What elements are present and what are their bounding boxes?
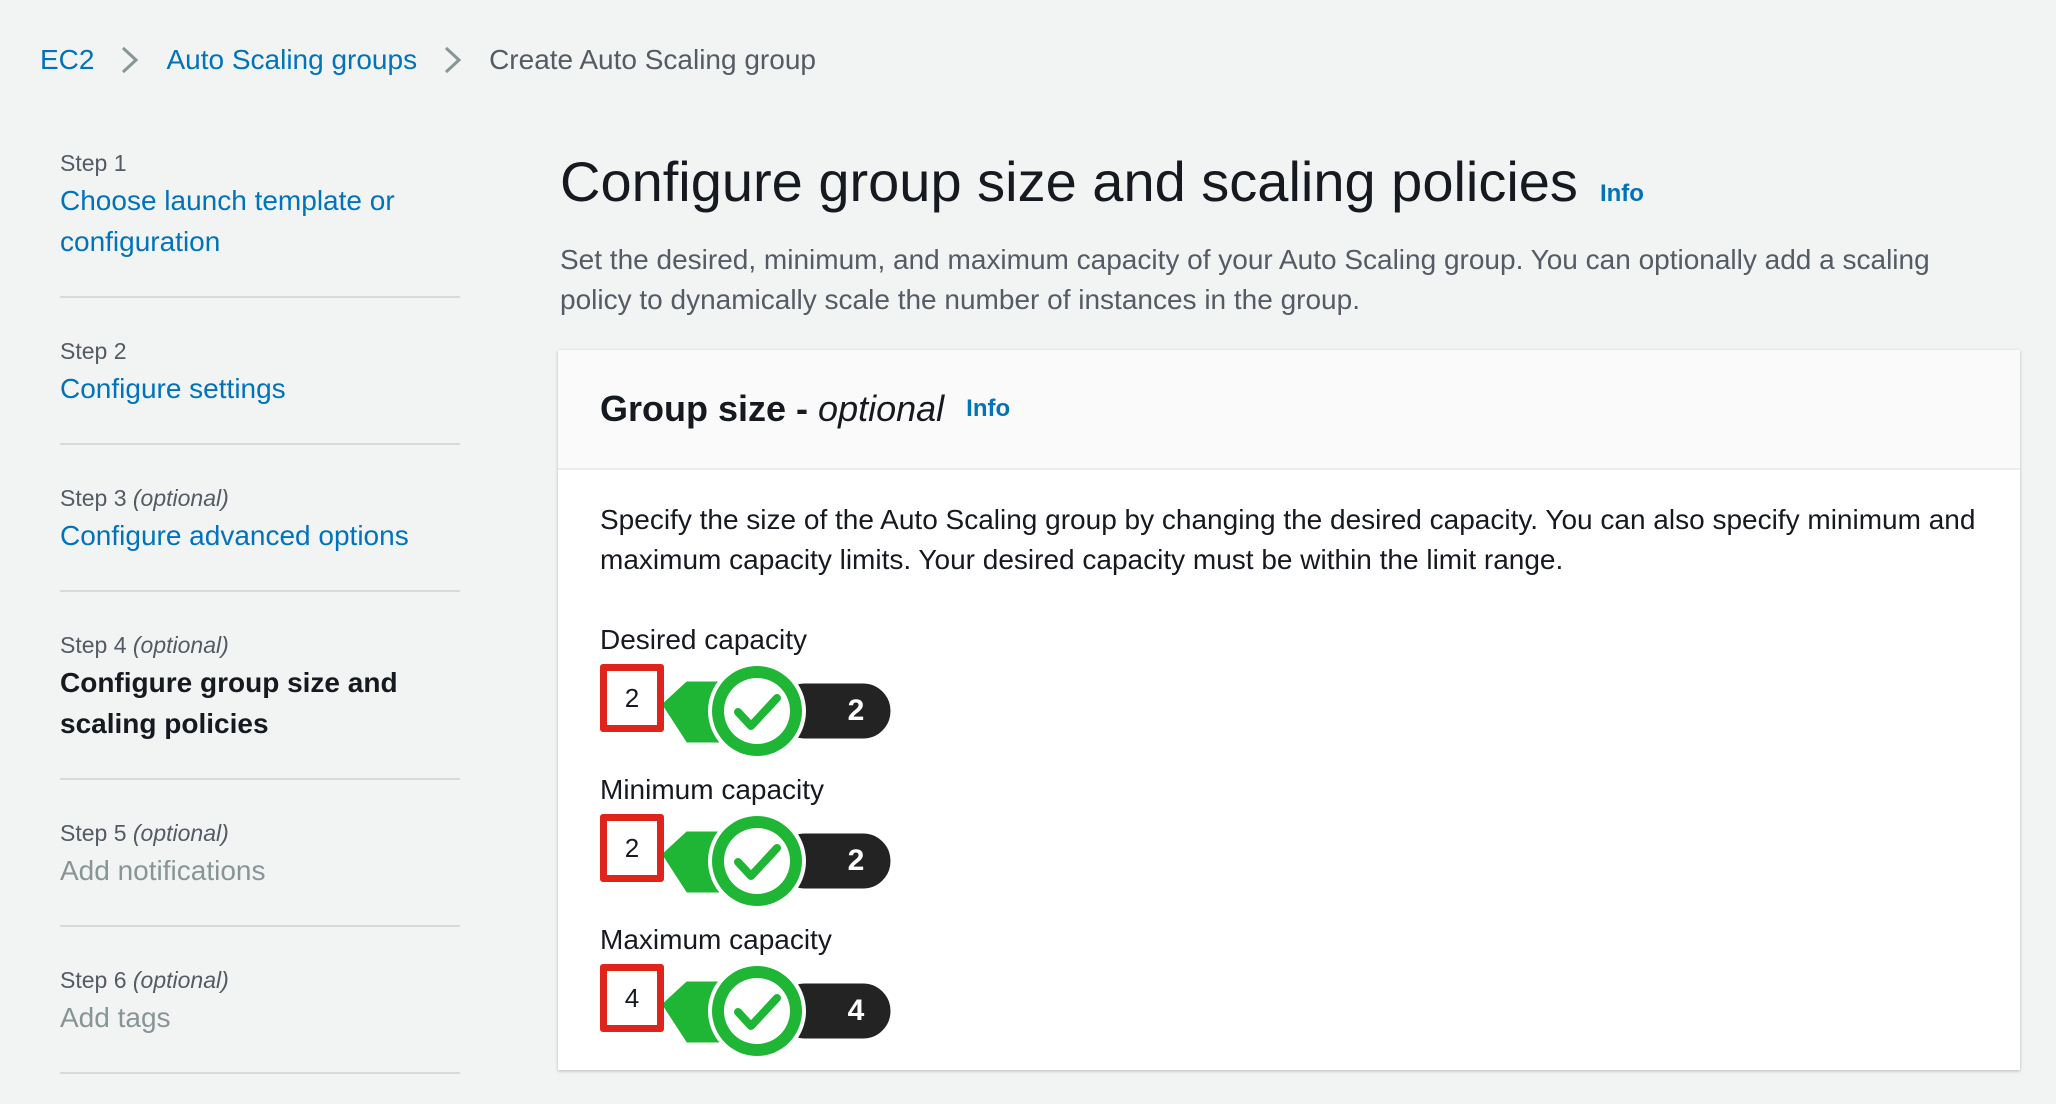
desired-capacity-input[interactable]: 2: [600, 664, 664, 732]
panel-header: Group size - optional Info: [558, 350, 2020, 470]
breadcrumb-current: Create Auto Scaling group: [489, 44, 816, 75]
step-add-notifications: Add notifications: [60, 855, 266, 886]
step-link-configure-settings[interactable]: Configure settings: [60, 368, 460, 409]
wizard-step-6: Step 6 (optional) Add tags: [60, 957, 460, 1074]
step-current-configure-group-size: Configure group size and scaling policie…: [60, 667, 398, 739]
group-size-panel: Group size - optional Info Specify the s…: [558, 350, 2020, 1070]
page-description: Set the desired, minimum, and maximum ca…: [560, 244, 1930, 315]
page-info-link[interactable]: Info: [1600, 158, 1644, 230]
step-link-choose-launch-template[interactable]: Choose launch template or configuration: [60, 180, 460, 262]
desired-capacity-field: Desired capacity 2 2: [600, 620, 920, 770]
panel-title: Group size - optional: [600, 388, 945, 429]
step-number: Step 5 (optional): [60, 820, 229, 846]
wizard-step-1: Step 1 Choose launch template or configu…: [60, 140, 460, 298]
step-number: Step 4 (optional): [60, 632, 229, 658]
breadcrumb-ec2[interactable]: EC2: [40, 40, 94, 80]
minimum-capacity-label: Minimum capacity: [600, 774, 825, 805]
step-number: Step 1: [60, 150, 127, 176]
desired-capacity-row: 2 2: [600, 660, 920, 770]
breadcrumb: EC2 Auto Scaling groups Create Auto Scal…: [40, 40, 816, 80]
minimum-capacity-row: 2 2: [600, 810, 920, 920]
panel-info-link[interactable]: Info: [966, 395, 1010, 423]
maximum-capacity-row: 4 4: [600, 960, 920, 1070]
chevron-right-icon: [417, 40, 489, 80]
minimum-capacity-count-badge: 2: [847, 844, 865, 877]
desired-capacity-label: Desired capacity: [600, 624, 807, 655]
step-link-configure-advanced-options[interactable]: Configure advanced options: [60, 515, 460, 556]
wizard-step-5: Step 5 (optional) Add notifications: [60, 810, 460, 927]
wizard-step-3: Step 3 (optional) Configure advanced opt…: [60, 475, 460, 592]
maximum-capacity-label: Maximum capacity: [600, 924, 832, 955]
desired-capacity-count-badge: 2: [847, 694, 865, 727]
panel-body: Specify the size of the Auto Scaling gro…: [558, 470, 2020, 610]
wizard-step-4: Step 4 (optional) Configure group size a…: [60, 622, 460, 780]
chevron-right-icon: [94, 40, 166, 80]
page-title: Configure group size and scaling policie…: [560, 146, 1644, 230]
step-number: Step 6 (optional): [60, 967, 229, 993]
wizard-steps: Step 1 Choose launch template or configu…: [60, 140, 460, 1104]
minimum-capacity-field: Minimum capacity 2 2: [600, 770, 920, 920]
step-add-tags: Add tags: [60, 1002, 171, 1033]
minimum-capacity-input[interactable]: 2: [600, 814, 664, 882]
wizard-step-2: Step 2 Configure settings: [60, 328, 460, 445]
panel-description: Specify the size of the Auto Scaling gro…: [600, 504, 1976, 575]
breadcrumb-auto-scaling-groups[interactable]: Auto Scaling groups: [166, 40, 417, 80]
maximum-capacity-field: Maximum capacity 4 4: [600, 920, 920, 1070]
maximum-capacity-input[interactable]: 4: [600, 964, 664, 1032]
page-title-text: Configure group size and scaling policie…: [560, 150, 1578, 213]
step-number: Step 2: [60, 338, 127, 364]
maximum-capacity-count-badge: 4: [847, 994, 865, 1027]
step-number: Step 3 (optional): [60, 485, 229, 511]
